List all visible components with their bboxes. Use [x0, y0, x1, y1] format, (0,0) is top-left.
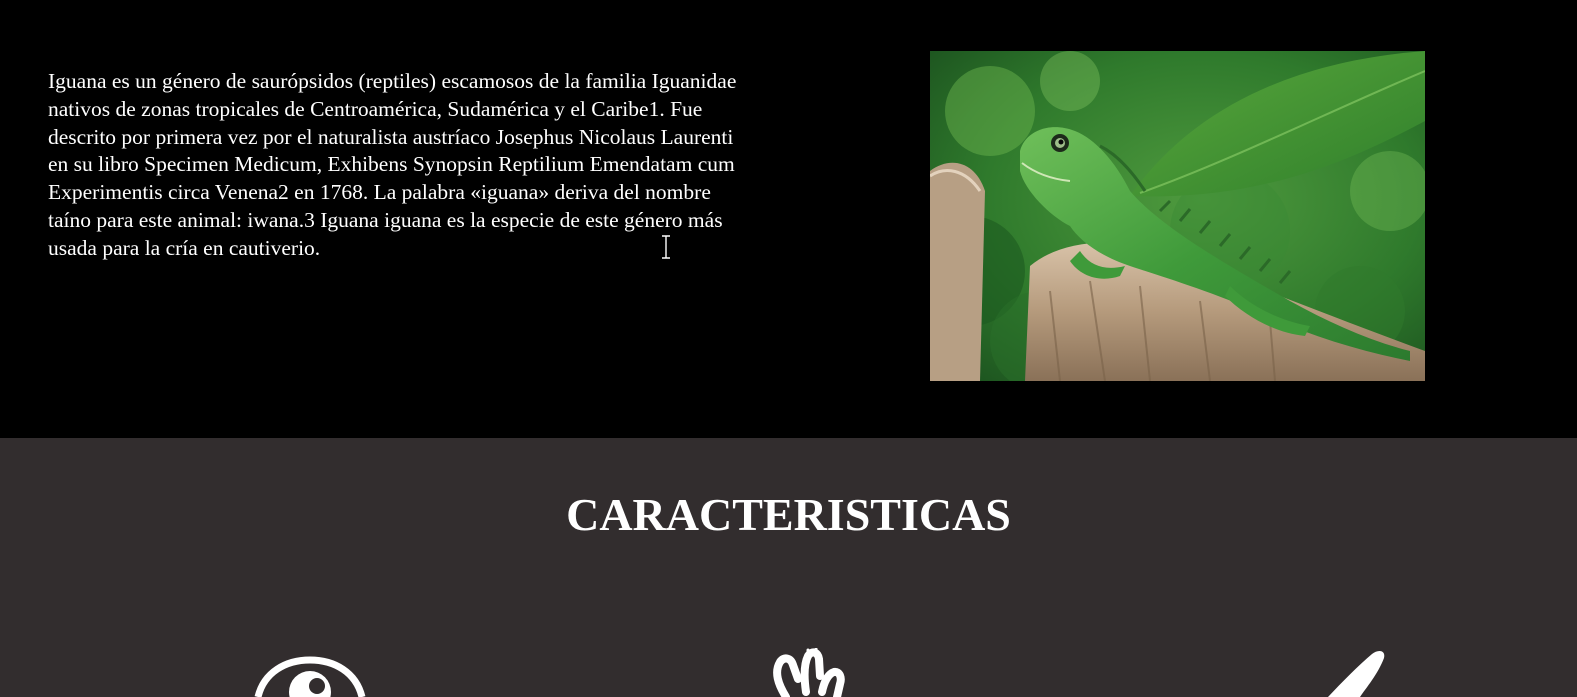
- iguana-photo: [930, 51, 1425, 381]
- intro-section: Iguana es un género de saurópsidos (rept…: [0, 0, 1577, 438]
- eye-icon: [254, 656, 366, 697]
- intro-paragraph: Iguana es un género de saurópsidos (rept…: [48, 69, 737, 260]
- features-title: CARACTERISTICAS: [566, 489, 1011, 540]
- claw-icon: [1328, 650, 1385, 697]
- text-cursor-icon: [662, 235, 670, 259]
- hand-icon: [773, 648, 845, 697]
- features-section: CARACTERISTICAS: [0, 438, 1577, 697]
